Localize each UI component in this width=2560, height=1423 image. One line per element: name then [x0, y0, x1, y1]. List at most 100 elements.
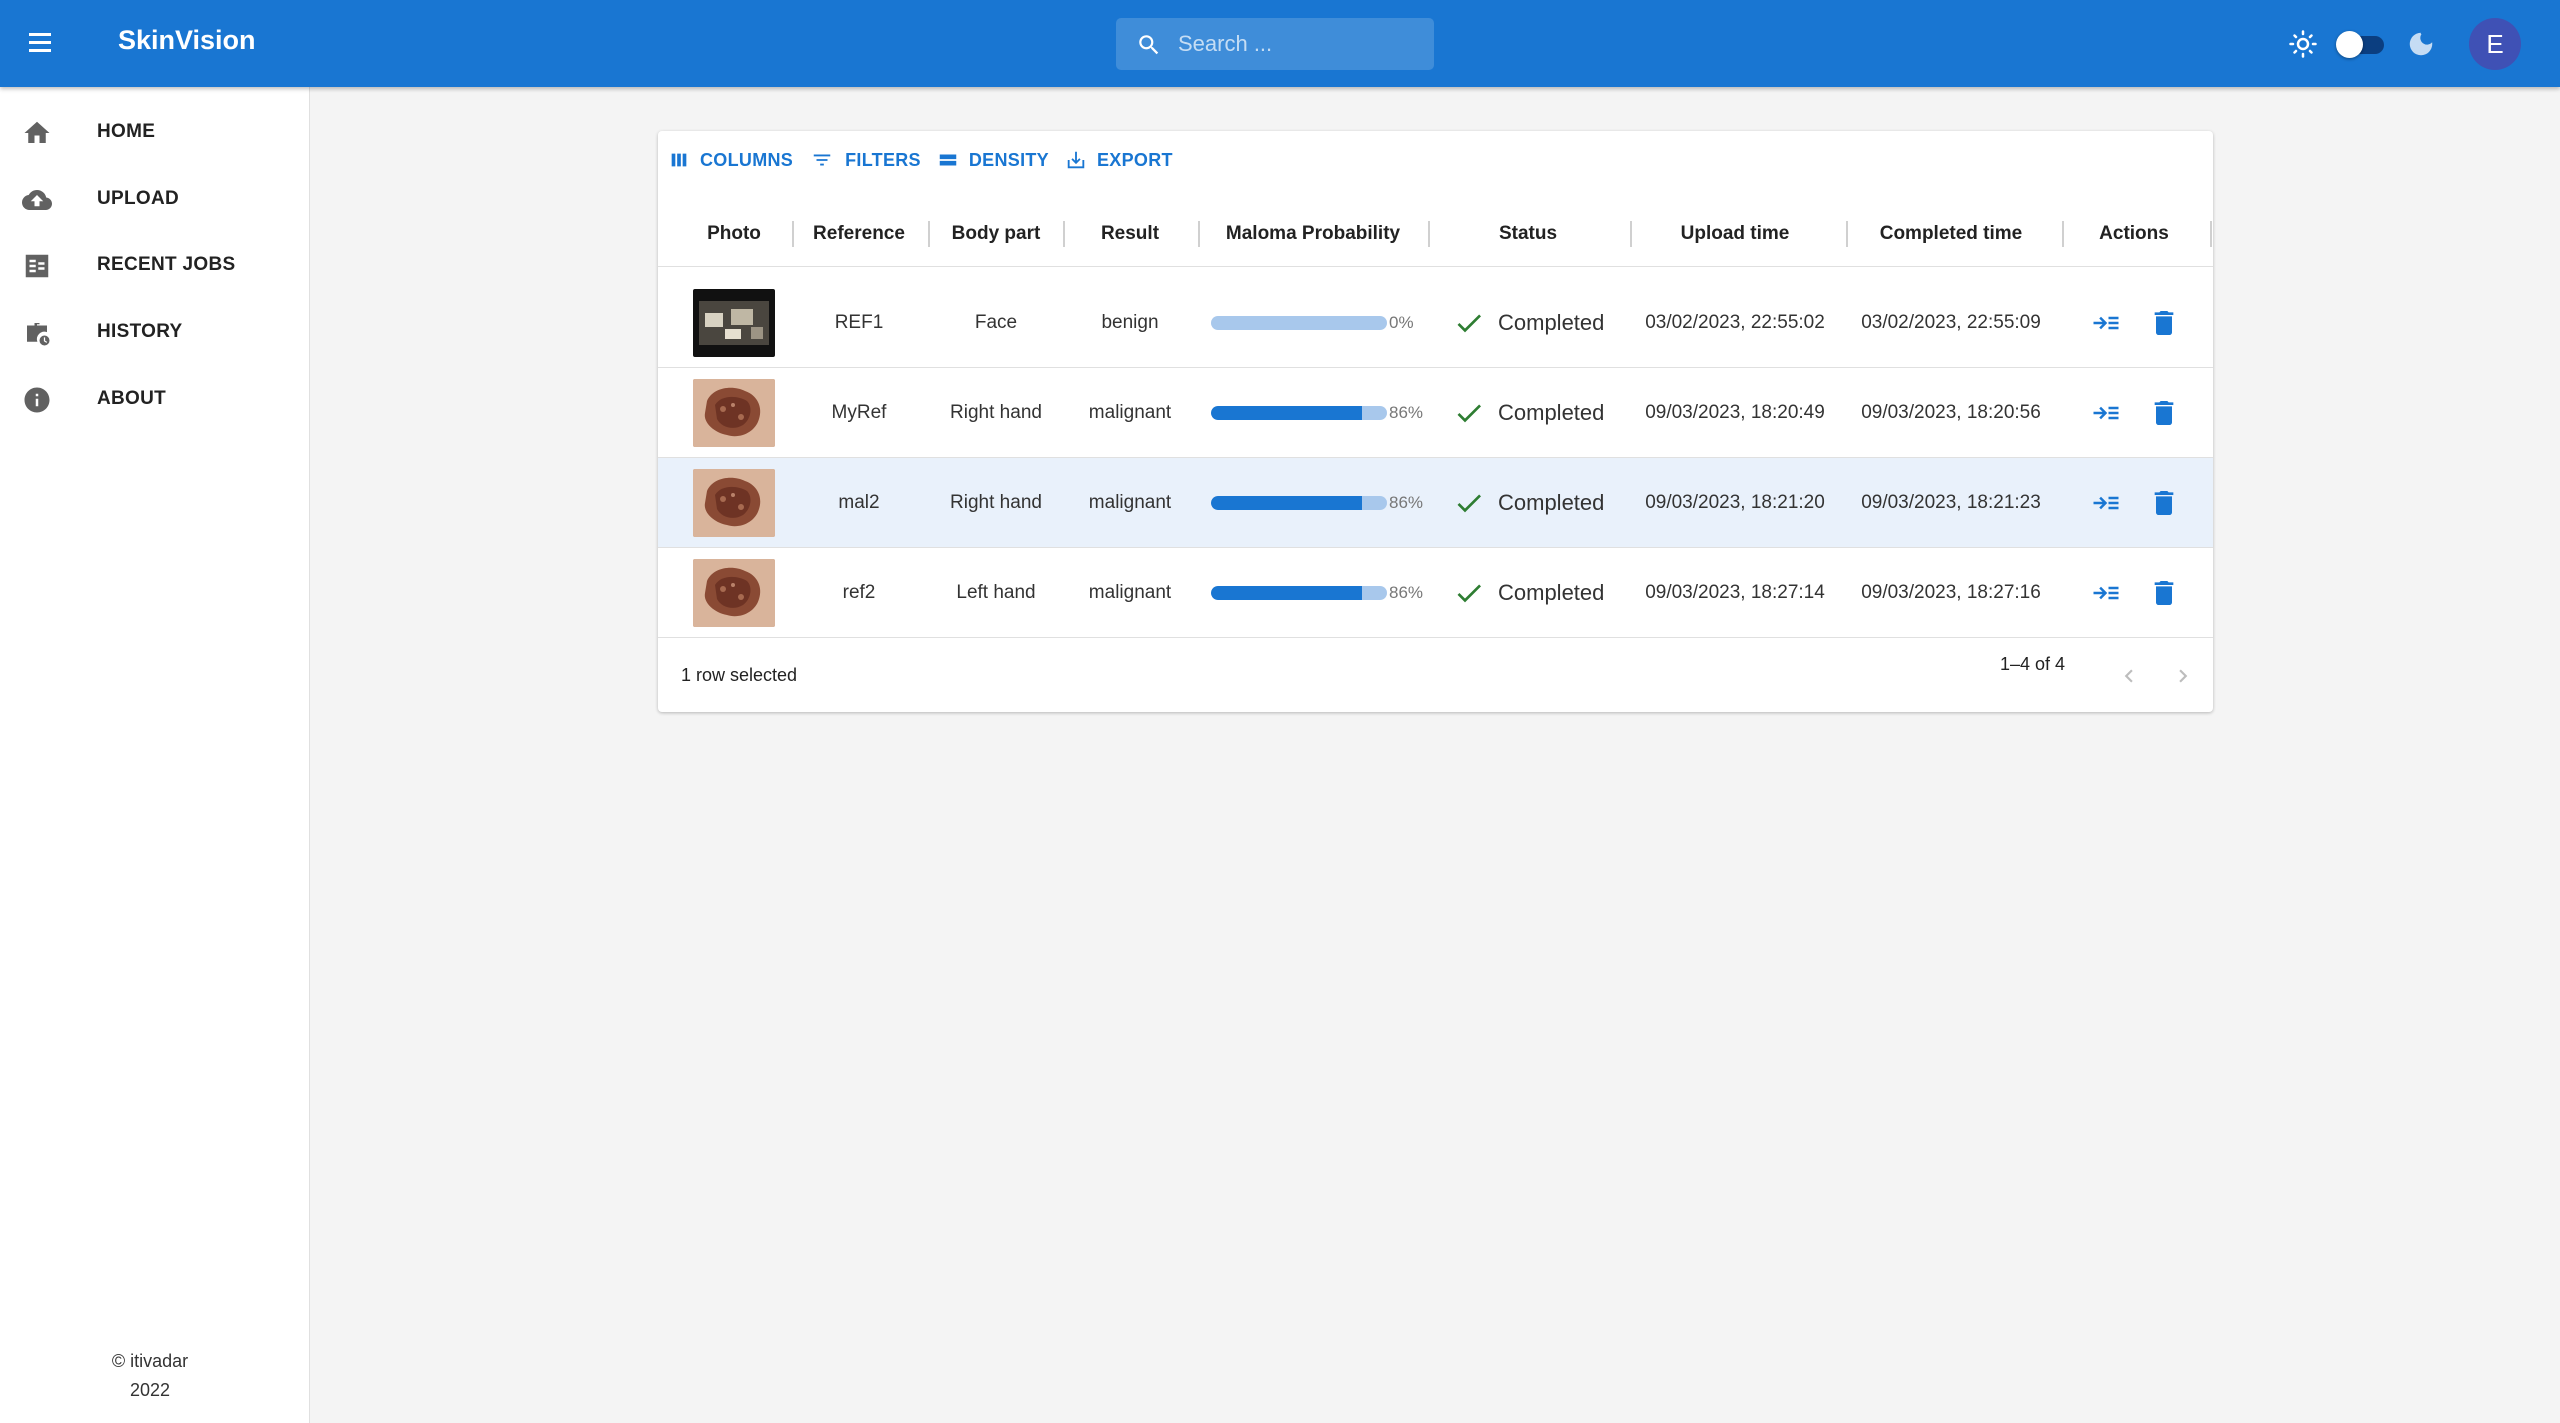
photo-thumbnail[interactable] [693, 379, 775, 447]
filters-label: FILTERS [845, 149, 921, 170]
probability-bar [1211, 496, 1387, 510]
search-icon [1139, 35, 1159, 55]
delete-icon[interactable] [2148, 306, 2180, 340]
status-cell: Completed [1440, 368, 1630, 458]
reference-cell: REF1 [834, 312, 884, 333]
sidebar-item-label: HOME [97, 121, 156, 142]
filter-icon [813, 154, 831, 166]
status-cell: Completed [1440, 278, 1630, 368]
app-bar: SkinVision E [0, 0, 2560, 87]
recent-jobs-icon [25, 254, 49, 278]
open-details-icon[interactable] [2088, 578, 2124, 608]
header-result[interactable]: Result [1065, 201, 1195, 267]
photo-cell [678, 548, 790, 638]
completed-time-cell: 03/02/2023, 22:55:09 [1861, 312, 2041, 333]
status-label: Completed [1498, 310, 1605, 335]
next-page-icon[interactable] [2170, 663, 2196, 689]
header-probability[interactable]: Maloma Probability [1200, 201, 1426, 267]
columns-button[interactable]: COLUMNS [668, 149, 793, 171]
reference-cell: ref2 [842, 582, 876, 603]
completed-time-cell: 09/03/2023, 18:21:23 [1861, 492, 2041, 513]
sidebar-item-recent-jobs[interactable]: RECENT JOBS [0, 235, 310, 295]
result-cell: malignant [1088, 582, 1172, 603]
density-button[interactable]: DENSITY [937, 149, 1049, 171]
upload-time-cell: 03/02/2023, 22:55:02 [1645, 312, 1825, 333]
probability-value: 86% [1389, 583, 1424, 602]
export-button[interactable]: EXPORT [1065, 149, 1173, 171]
completed-time-cell: 09/03/2023, 18:27:16 [1861, 582, 2041, 603]
table-row[interactable]: ref2 Left hand malignant 86% Completed 09/03/… [658, 548, 2213, 638]
completed-time-cell: 09/03/2023, 18:20:56 [1861, 402, 2041, 423]
pagination-info: 1–4 of 4 [2000, 654, 2066, 674]
sun-icon [2289, 30, 2317, 58]
status-label: Completed [1498, 490, 1605, 515]
probability-bar [1211, 316, 1387, 330]
photo-thumbnail[interactable] [693, 289, 775, 357]
upload-time-cell: 09/03/2023, 18:27:14 [1645, 582, 1825, 603]
header-body-part[interactable]: Body part [930, 201, 1062, 267]
export-label: EXPORT [1096, 149, 1173, 170]
sidebar-item-history[interactable]: HISTORY [0, 302, 310, 362]
table-row[interactable]: mal2 Right hand malignant 86% Completed 09/03… [658, 458, 2213, 548]
actions-cell [2064, 368, 2204, 458]
photo-thumbnail[interactable] [693, 469, 775, 537]
actions-cell [2064, 548, 2204, 638]
result-cell: benign [1101, 312, 1159, 333]
sidebar-item-label: UPLOAD [97, 188, 180, 209]
check-icon [1457, 314, 1481, 333]
filters-button[interactable]: FILTERS [809, 149, 921, 171]
upload-time-cell: 09/03/2023, 18:21:20 [1645, 492, 1825, 513]
app-title: SkinVision [118, 25, 256, 55]
sidebar-item-label: ABOUT [97, 388, 167, 409]
user-avatar[interactable]: E [2469, 18, 2521, 70]
result-cell: malignant [1088, 492, 1172, 513]
status-label: Completed [1498, 580, 1605, 605]
moon-icon [2409, 32, 2433, 56]
cloud-upload-icon [22, 190, 52, 210]
table-header: Photo Reference Body part Result Maloma … [658, 201, 2213, 267]
reference-cell: mal2 [838, 492, 880, 513]
sidebar-item-about[interactable]: ABOUT [0, 369, 310, 429]
sidebar-item-upload[interactable]: UPLOAD [0, 169, 310, 229]
table-row[interactable]: MyRef Right hand malignant 86% Completed 09/0… [658, 368, 2213, 458]
delete-icon[interactable] [2148, 396, 2180, 430]
header-completed-time[interactable]: Completed time [1848, 201, 2054, 267]
probability-cell: 86% [1211, 368, 1423, 458]
table-row[interactable]: REF1 Face benign 0% Completed 03/02/2023, 22:… [658, 278, 2213, 368]
open-details-icon[interactable] [2088, 398, 2124, 428]
delete-icon[interactable] [2148, 486, 2180, 520]
header-status[interactable]: Status [1430, 201, 1626, 267]
probability-bar [1211, 406, 1387, 420]
grid-footer: 1 row selected 1–4 of 4 [658, 641, 2213, 712]
delete-icon[interactable] [2148, 576, 2180, 610]
header-upload-time[interactable]: Upload time [1632, 201, 1838, 267]
probability-value: 0% [1389, 313, 1414, 332]
open-details-icon[interactable] [2088, 488, 2124, 518]
header-actions: Actions [2099, 223, 2169, 244]
previous-page-icon[interactable] [2116, 663, 2142, 689]
photo-thumbnail[interactable] [693, 559, 775, 627]
sidebar-item-home[interactable]: HOME [0, 102, 310, 162]
theme-toggle[interactable] [2336, 31, 2386, 58]
probability-cell: 0% [1211, 278, 1423, 368]
density-icon [939, 154, 957, 166]
download-icon [1067, 151, 1085, 169]
search-input[interactable] [1178, 18, 1428, 70]
search-box[interactable] [1116, 18, 1434, 70]
selection-count: 1 row selected [681, 665, 798, 685]
columns-label: COLUMNS [700, 149, 794, 170]
open-details-icon[interactable] [2088, 308, 2124, 338]
header-reference[interactable]: Reference [794, 201, 924, 267]
check-icon [1457, 584, 1481, 603]
copyright: © itivadar 2022 [0, 1347, 300, 1405]
header-photo[interactable]: Photo [678, 201, 790, 267]
probability-value: 86% [1389, 493, 1424, 512]
menu-icon[interactable] [26, 28, 60, 58]
check-icon [1457, 494, 1481, 513]
grid-toolbar: COLUMNS FILTERS DENSITY EXPORT [668, 145, 1189, 175]
status-label: Completed [1498, 400, 1605, 425]
status-cell: Completed [1440, 548, 1630, 638]
body-part-cell: Face [974, 312, 1018, 333]
photo-cell [678, 368, 790, 458]
actions-cell [2064, 458, 2204, 548]
